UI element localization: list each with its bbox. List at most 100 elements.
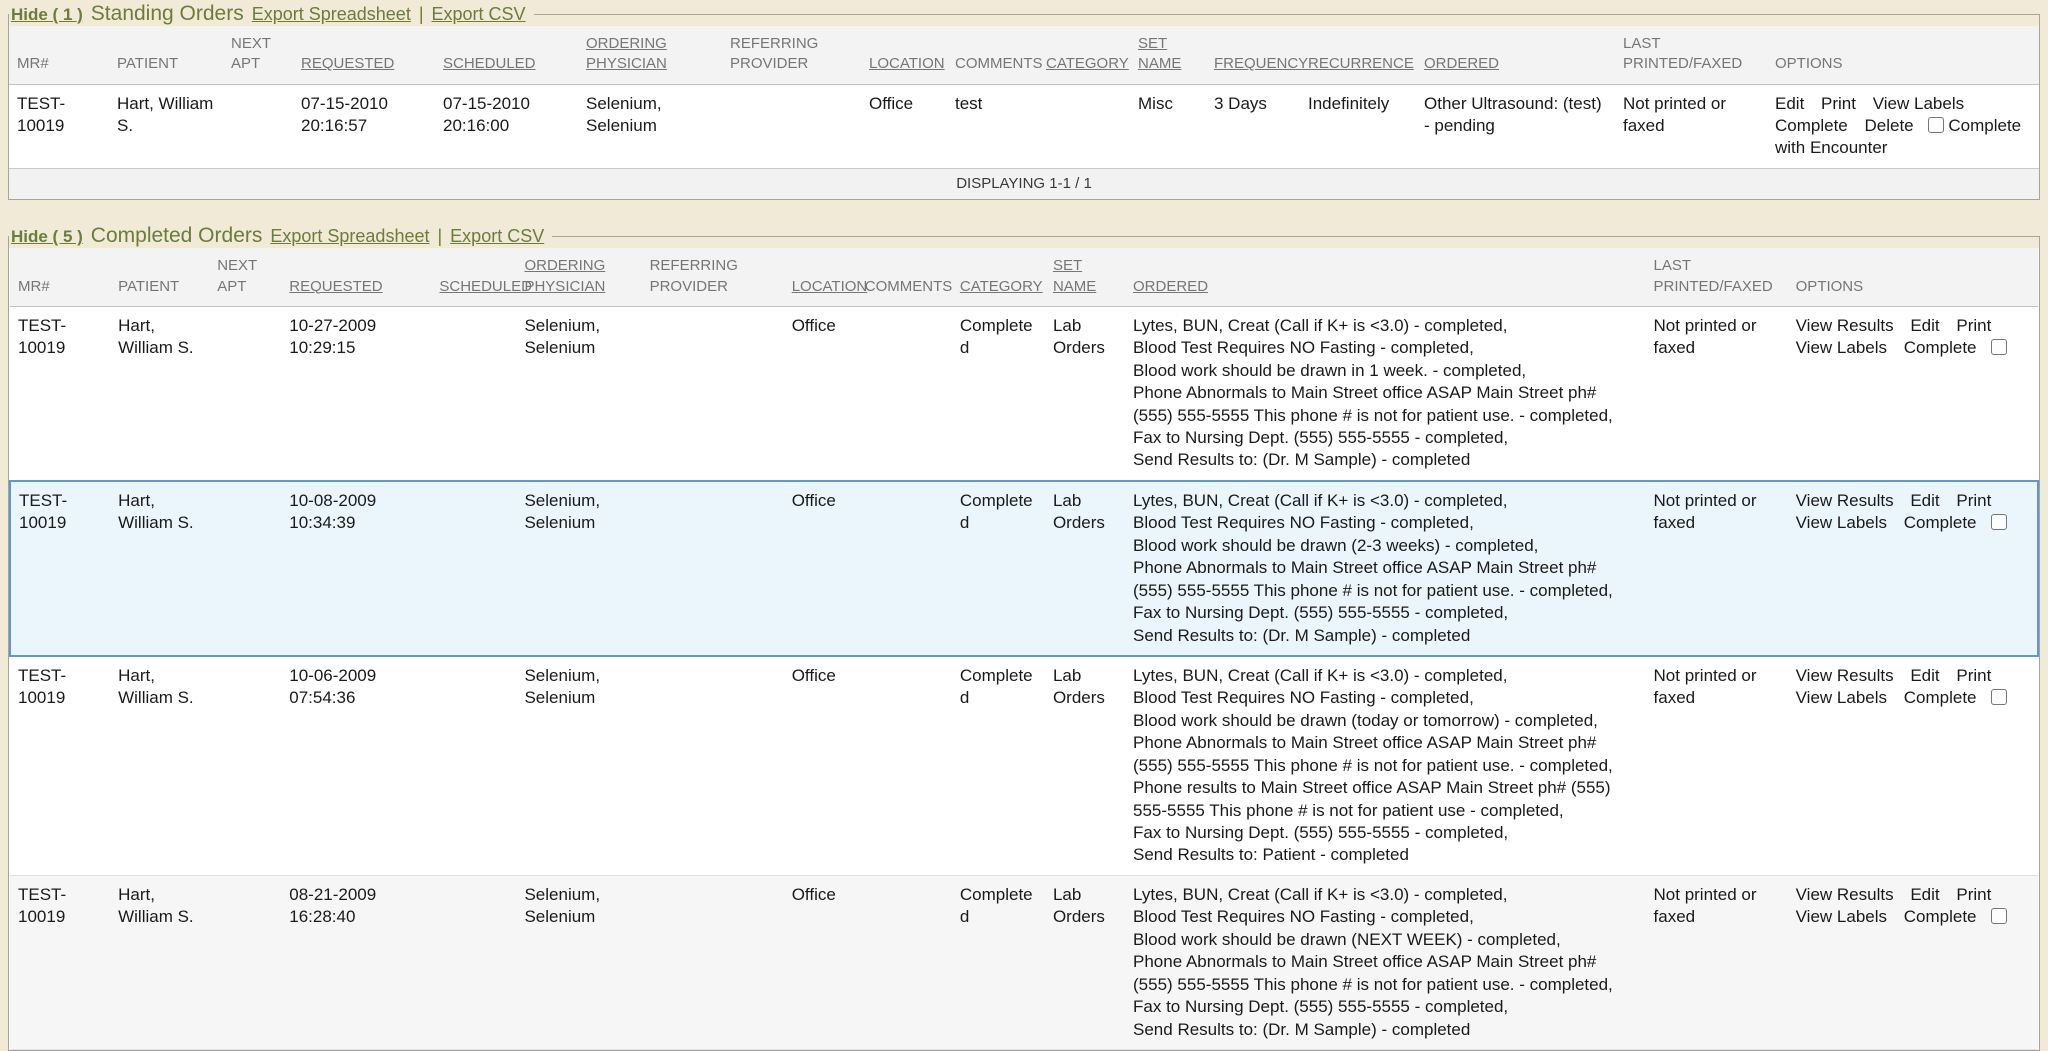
completed-order-row: TEST-10019 Hart, William S. 10-27-2009 1… (10, 306, 2038, 481)
cell-set-name: Lab Orders (1045, 306, 1125, 481)
print-link[interactable]: Print (1821, 94, 1856, 113)
requested-date: 10-06-2009 (289, 665, 423, 687)
col-header-scheduled[interactable]: SCHEDULED (431, 248, 516, 306)
col-header-recurrence[interactable]: RECURRENCE (1300, 26, 1416, 84)
col-header-ordered[interactable]: ORDERED (1125, 248, 1646, 306)
col-header-frequency[interactable]: FREQUENCY (1206, 26, 1300, 84)
ordered-item: Send Results to: (Dr. M Sample) - comple… (1133, 449, 1638, 471)
col-header-next-apt: NEXT APT (223, 26, 293, 84)
ordered-item: Phone Abnormals to Main Street office AS… (1133, 732, 1638, 777)
print-link[interactable]: Print (1956, 316, 1991, 335)
completed-export-csv-link[interactable]: Export CSV (450, 226, 544, 247)
col-header-last-printed: LAST PRINTED/FAXED (1615, 26, 1767, 84)
view-labels-link[interactable]: View Labels (1796, 338, 1887, 357)
cell-next-apt (223, 84, 293, 168)
complete-link[interactable]: Complete (1775, 116, 1848, 135)
col-header-mr: MR# (9, 26, 109, 84)
completed-export-spreadsheet-link[interactable]: Export Spreadsheet (270, 226, 429, 247)
cell-location: Office (784, 481, 857, 656)
cell-scheduled (431, 481, 516, 656)
view-labels-link[interactable]: View Labels (1796, 688, 1887, 707)
ordered-item: Blood Test Requires NO Fasting - complet… (1133, 512, 1638, 534)
col-header-ordering-physician[interactable]: ORDERING PHYSICIAN (578, 26, 722, 84)
cell-location: Office (784, 656, 857, 875)
col-header-set-name[interactable]: SET NAME (1130, 26, 1206, 84)
cell-patient: Hart, William S. (110, 481, 209, 656)
scheduled-date: 07-15-2010 (443, 93, 570, 115)
completed-section-title: Completed Orders (91, 224, 263, 248)
cell-ordered: Lytes, BUN, Creat (Call if K+ is <3.0) -… (1125, 306, 1646, 481)
standing-header-row: MR# PATIENT NEXT APT REQUESTED SCHEDULED… (9, 26, 2039, 84)
view-results-link[interactable]: View Results (1796, 666, 1894, 685)
completed-order-checkbox[interactable] (1991, 514, 2007, 530)
edit-link[interactable]: Edit (1910, 491, 1939, 510)
cell-recurrence: Indefinitely (1300, 84, 1416, 168)
col-header-scheduled[interactable]: SCHEDULED (435, 26, 578, 84)
col-header-ordering-physician[interactable]: ORDERING PHYSICIAN (516, 248, 641, 306)
cell-options: Edit Print View Labels Complete Delete C… (1767, 84, 2039, 168)
ordered-item: Phone results to Main Street office ASAP… (1133, 777, 1638, 822)
view-results-link[interactable]: View Results (1796, 491, 1894, 510)
standing-export-spreadsheet-link[interactable]: Export Spreadsheet (252, 4, 411, 25)
col-header-category[interactable]: CATEGORY (1038, 26, 1130, 84)
complete-link[interactable]: Complete (1904, 338, 1977, 357)
requested-date: 10-08-2009 (289, 490, 423, 512)
view-results-link[interactable]: View Results (1796, 316, 1894, 335)
edit-link[interactable]: Edit (1910, 666, 1939, 685)
print-link[interactable]: Print (1956, 491, 1991, 510)
cell-ordered: Other Ultrasound: (test) - pending (1416, 84, 1615, 168)
edit-link[interactable]: Edit (1910, 885, 1939, 904)
completed-order-checkbox[interactable] (1991, 908, 2007, 924)
col-header-requested[interactable]: REQUESTED (293, 26, 435, 84)
standing-link-separator: | (419, 4, 424, 25)
complete-link[interactable]: Complete (1904, 513, 1977, 532)
col-header-next-apt: NEXT APT (209, 248, 281, 306)
col-header-location[interactable]: LOCATION (784, 248, 857, 306)
completed-order-checkbox[interactable] (1991, 339, 2007, 355)
cell-mr: TEST-10019 (10, 306, 110, 481)
completed-hide-link[interactable]: Hide ( 5 ) (11, 227, 83, 247)
delete-link[interactable]: Delete (1865, 116, 1914, 135)
col-header-comments: COMMENTS (857, 248, 952, 306)
complete-link[interactable]: Complete (1904, 688, 1977, 707)
view-results-link[interactable]: View Results (1796, 885, 1894, 904)
ordered-item: Phone Abnormals to Main Street office AS… (1133, 951, 1638, 996)
ordered-item: Fax to Nursing Dept. (555) 555-5555 - co… (1133, 602, 1638, 624)
standing-export-csv-link[interactable]: Export CSV (432, 4, 526, 25)
requested-time: 10:34:39 (289, 512, 423, 534)
col-header-set-name[interactable]: SET NAME (1045, 248, 1125, 306)
edit-link[interactable]: Edit (1910, 316, 1939, 335)
view-labels-link[interactable]: View Labels (1796, 513, 1887, 532)
cell-category: Completed (952, 306, 1045, 481)
ordered-item: Phone Abnormals to Main Street office AS… (1133, 557, 1638, 602)
print-link[interactable]: Print (1956, 885, 1991, 904)
standing-order-row: TEST-10019 Hart, William S. 07-15-2010 2… (9, 84, 2039, 168)
col-header-category[interactable]: CATEGORY (952, 248, 1045, 306)
print-link[interactable]: Print (1956, 666, 1991, 685)
view-labels-link[interactable]: View Labels (1873, 94, 1964, 113)
cell-set-name: Lab Orders (1045, 656, 1125, 875)
edit-link[interactable]: Edit (1775, 94, 1804, 113)
completed-order-checkbox[interactable] (1991, 689, 2007, 705)
ordered-item: Send Results to: (Dr. M Sample) - comple… (1133, 625, 1638, 647)
view-labels-link[interactable]: View Labels (1796, 907, 1887, 926)
cell-ordered: Lytes, BUN, Creat (Call if K+ is <3.0) -… (1125, 481, 1646, 656)
standing-orders-section: Hide ( 1 ) Standing Orders Export Spread… (8, 2, 2040, 200)
ordered-item: Phone Abnormals to Main Street office AS… (1133, 382, 1638, 427)
standing-hide-link[interactable]: Hide ( 1 ) (11, 5, 83, 25)
col-header-requested[interactable]: REQUESTED (281, 248, 431, 306)
cell-next-apt (209, 306, 281, 481)
completed-orders-section: Hide ( 5 ) Completed Orders Export Sprea… (8, 224, 2040, 1051)
cell-requested: 10-06-2009 07:54:36 (281, 656, 431, 875)
cell-mr: TEST-10019 (10, 875, 110, 1049)
col-header-location[interactable]: LOCATION (861, 26, 947, 84)
standing-order-checkbox[interactable] (1928, 117, 1944, 133)
cell-next-apt (209, 656, 281, 875)
cell-referring-provider (642, 656, 784, 875)
complete-link[interactable]: Complete (1904, 907, 1977, 926)
standing-paging-text: DISPLAYING 1-1 / 1 (9, 168, 2039, 199)
ordered-item: Send Results to: Patient - completed (1133, 844, 1638, 866)
col-header-ordered[interactable]: ORDERED (1416, 26, 1615, 84)
col-header-last-printed: LAST PRINTED/FAXED (1646, 248, 1788, 306)
col-header-referring-provider: REFERRING PROVIDER (642, 248, 784, 306)
